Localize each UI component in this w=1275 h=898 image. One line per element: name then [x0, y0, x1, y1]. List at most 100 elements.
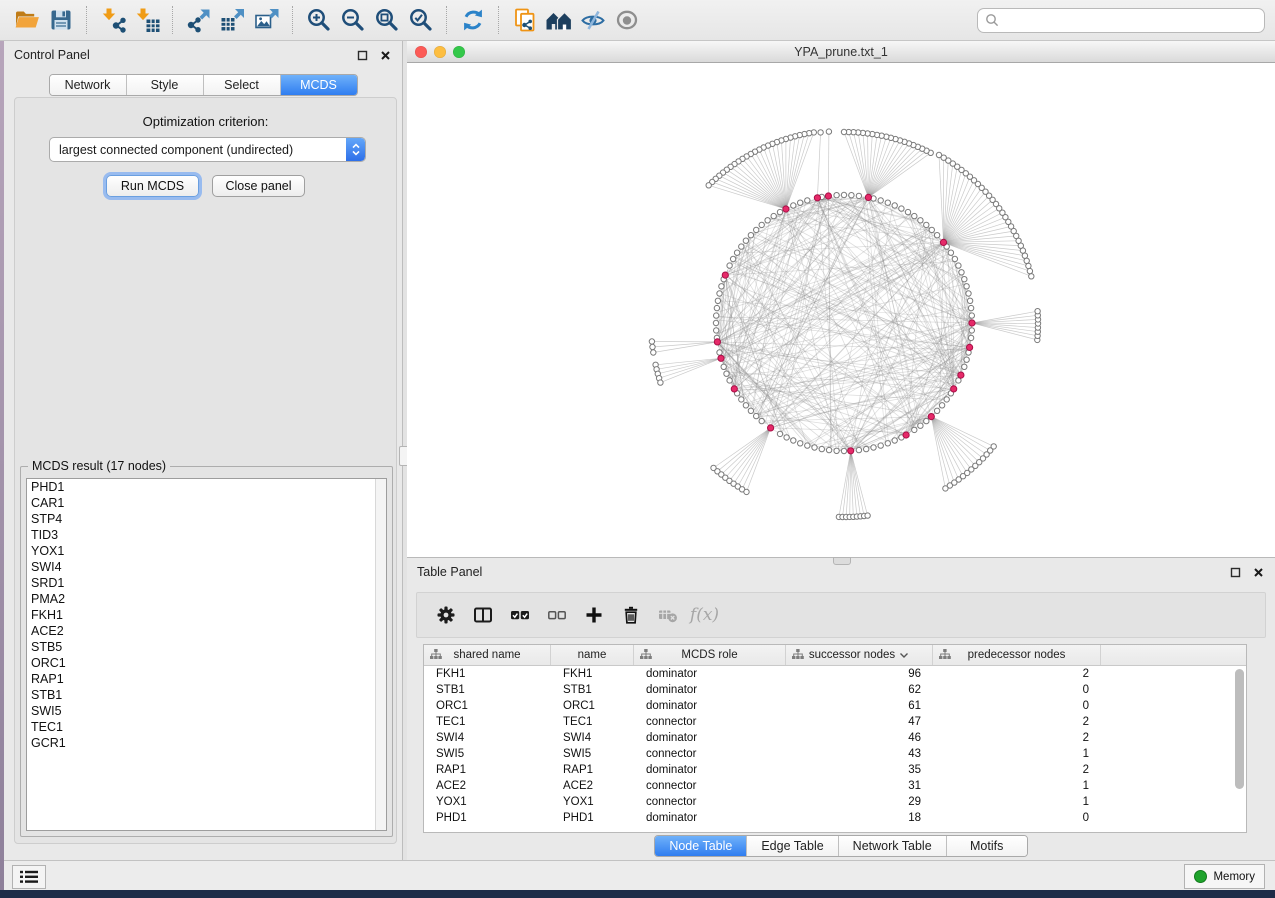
graph-leaf-node[interactable] — [1024, 258, 1029, 263]
graph-node[interactable] — [924, 418, 929, 423]
mcds-result-item[interactable]: FKH1 — [27, 607, 386, 623]
import-table-button[interactable] — [130, 3, 164, 37]
graph-node[interactable] — [727, 263, 732, 268]
float-table-panel-button[interactable] — [1228, 565, 1242, 579]
graph-mcds-node[interactable] — [731, 386, 737, 392]
graph-leaf-node[interactable] — [865, 513, 870, 518]
show-all-button[interactable] — [610, 3, 644, 37]
graph-leaf-node[interactable] — [841, 129, 846, 134]
export-image-button[interactable] — [250, 3, 284, 37]
graph-node[interactable] — [924, 222, 929, 227]
mcds-result-item[interactable]: STB5 — [27, 639, 386, 655]
mcds-list-scrollbar[interactable] — [375, 479, 386, 830]
graph-mcds-node[interactable] — [951, 386, 957, 392]
mcds-result-item[interactable]: STB1 — [27, 687, 386, 703]
graph-node[interactable] — [812, 445, 817, 450]
float-panel-button[interactable] — [355, 48, 369, 62]
graph-node[interactable] — [841, 192, 846, 197]
export-network-button[interactable] — [182, 3, 216, 37]
table-settings-button[interactable] — [427, 597, 464, 633]
graph-leaf-node[interactable] — [991, 444, 996, 449]
graph-node[interactable] — [856, 193, 861, 198]
graph-leaf-node[interactable] — [826, 129, 831, 134]
graph-mcds-node[interactable] — [958, 372, 964, 378]
graph-mcds-node[interactable] — [865, 194, 871, 200]
graph-mcds-node[interactable] — [903, 432, 909, 438]
mcds-result-item[interactable]: YOX1 — [27, 543, 386, 559]
graph-node[interactable] — [739, 397, 744, 402]
tab-node-table[interactable]: Node Table — [655, 836, 747, 856]
graph-node[interactable] — [834, 448, 839, 453]
graph-node[interactable] — [724, 371, 729, 376]
graph-leaf-node[interactable] — [658, 380, 663, 385]
mcds-result-item[interactable]: ORC1 — [27, 655, 386, 671]
graph-node[interactable] — [748, 233, 753, 238]
delete-row-button[interactable] — [612, 597, 649, 633]
mcds-result-item[interactable]: GCR1 — [27, 735, 386, 751]
graph-node[interactable] — [743, 238, 748, 243]
graph-node[interactable] — [777, 431, 782, 436]
graph-mcds-node[interactable] — [940, 239, 946, 245]
refresh-button[interactable] — [456, 3, 490, 37]
graph-node[interactable] — [959, 270, 964, 275]
graph-node[interactable] — [912, 213, 917, 218]
graph-mcds-node[interactable] — [714, 339, 720, 345]
graph-node[interactable] — [759, 222, 764, 227]
graph-node[interactable] — [962, 277, 967, 282]
graph-node[interactable] — [754, 413, 759, 418]
graph-node[interactable] — [765, 218, 770, 223]
graph-node[interactable] — [805, 198, 810, 203]
graph-node[interactable] — [948, 250, 953, 255]
graph-node[interactable] — [727, 378, 732, 383]
graph-node[interactable] — [834, 193, 839, 198]
tab-network[interactable]: Network — [50, 75, 127, 95]
first-neighbors-button[interactable] — [542, 3, 576, 37]
graph-node[interactable] — [713, 320, 718, 325]
graph-mcds-node[interactable] — [722, 272, 728, 278]
table-row[interactable]: TEC1TEC1connector472 — [424, 714, 1246, 730]
graph-node[interactable] — [944, 397, 949, 402]
panel-splitter-grip[interactable] — [833, 557, 851, 565]
graph-node[interactable] — [956, 263, 961, 268]
graph-node[interactable] — [918, 423, 923, 428]
mcds-result-item[interactable]: CAR1 — [27, 495, 386, 511]
hide-selected-button[interactable] — [576, 3, 610, 37]
graph-node[interactable] — [721, 364, 726, 369]
column-header-shared-name[interactable]: shared name — [424, 645, 551, 665]
run-mcds-button[interactable]: Run MCDS — [106, 175, 199, 197]
graph-node[interactable] — [967, 298, 972, 303]
graph-leaf-node[interactable] — [818, 130, 823, 135]
graph-node[interactable] — [777, 209, 782, 214]
graph-node[interactable] — [969, 313, 974, 318]
graph-leaf-node[interactable] — [936, 152, 941, 157]
graph-leaf-node[interactable] — [650, 344, 655, 349]
graph-mcds-node[interactable] — [825, 193, 831, 199]
graph-leaf-node[interactable] — [1022, 253, 1027, 258]
graph-node[interactable] — [734, 250, 739, 255]
graph-mcds-node[interactable] — [814, 195, 820, 201]
graph-node[interactable] — [714, 328, 719, 333]
zoom-in-button[interactable] — [302, 3, 336, 37]
mcds-result-item[interactable]: RAP1 — [27, 671, 386, 687]
graph-node[interactable] — [905, 209, 910, 214]
graph-node[interactable] — [841, 448, 846, 453]
graph-node[interactable] — [929, 227, 934, 232]
graph-node[interactable] — [964, 357, 969, 362]
graph-node[interactable] — [878, 198, 883, 203]
mcds-result-item[interactable]: STP4 — [27, 511, 386, 527]
import-network-button[interactable] — [96, 3, 130, 37]
graph-node[interactable] — [939, 403, 944, 408]
graph-node[interactable] — [714, 305, 719, 310]
graph-node[interactable] — [968, 305, 973, 310]
graph-node[interactable] — [934, 233, 939, 238]
graph-mcds-node[interactable] — [969, 320, 975, 326]
graph-node[interactable] — [856, 447, 861, 452]
graph-node[interactable] — [885, 441, 890, 446]
deselect-all-button[interactable] — [538, 597, 575, 633]
graph-node[interactable] — [952, 256, 957, 261]
delete-table-button[interactable] — [649, 597, 686, 633]
tab-select[interactable]: Select — [204, 75, 281, 95]
column-header-predecessor-nodes[interactable]: predecessor nodes — [933, 645, 1101, 665]
graph-node[interactable] — [969, 328, 974, 333]
function-builder-button[interactable]: f(x) — [686, 597, 723, 633]
